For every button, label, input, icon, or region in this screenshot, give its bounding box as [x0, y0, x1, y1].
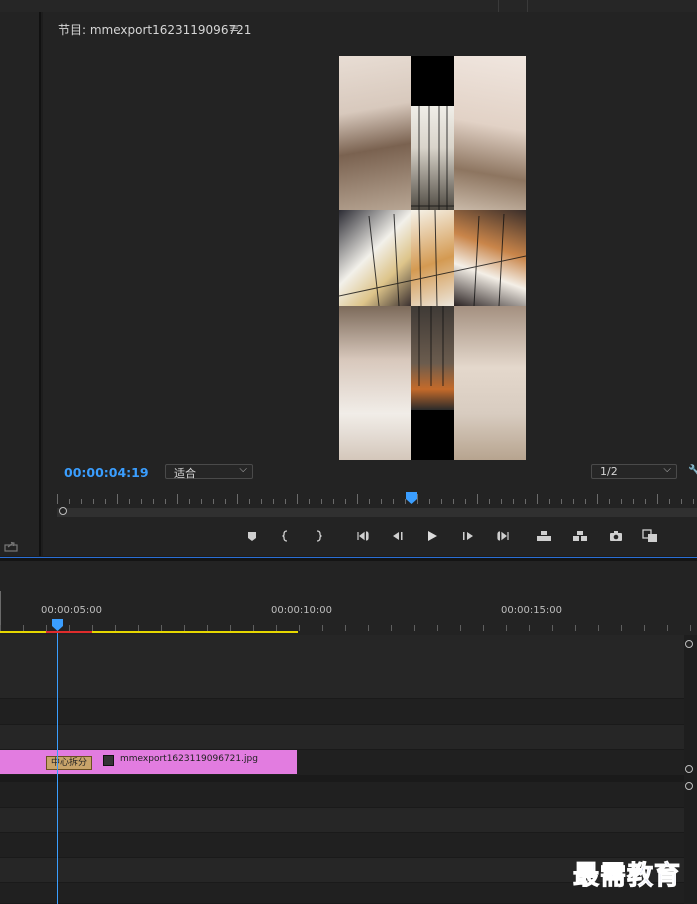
play-icon[interactable] [423, 528, 441, 544]
timeline-header: 00:00:05:00 00:00:10:00 00:00:15:00 [0, 561, 697, 635]
go-to-out-icon[interactable] [493, 528, 511, 544]
ruler-label: 00:00:15:00 [501, 605, 563, 616]
hamburger-menu-icon[interactable]: ≡ [229, 21, 239, 35]
go-to-in-icon[interactable] [355, 528, 373, 544]
video-preview[interactable] [339, 56, 526, 460]
audio-track[interactable] [0, 782, 684, 808]
current-timecode[interactable]: 00:00:04:19 [64, 465, 149, 480]
zoom-level-select[interactable]: 适合 ⌵ [165, 464, 253, 480]
effect-badge[interactable]: 中心拆分 [46, 756, 92, 770]
cage-lines [339, 106, 526, 386]
scroll-handle[interactable] [685, 782, 693, 790]
lift-icon[interactable] [535, 528, 553, 544]
ruler-label: 00:00:05:00 [41, 605, 103, 616]
ruler-label: 00:00:10:00 [271, 605, 333, 616]
step-forward-icon[interactable] [459, 528, 477, 544]
playhead-icon[interactable] [406, 492, 417, 504]
panel-divider [498, 0, 499, 12]
mark-out-icon[interactable] [309, 528, 327, 544]
chevron-down-icon: ⌵ [663, 464, 671, 475]
resolution-value: 1/2 [600, 465, 618, 478]
scroll-handle[interactable] [685, 765, 693, 773]
clip-name: mmexport1623119096721.jpg [120, 754, 258, 764]
playhead-icon[interactable] [52, 619, 63, 631]
source-panel [0, 12, 41, 556]
panel-title[interactable]: 节目: mmexport1623119096721 [58, 21, 251, 38]
top-panel-strip [0, 0, 697, 12]
zoom-handle[interactable] [59, 507, 67, 515]
extract-icon[interactable] [571, 528, 589, 544]
export-icon[interactable] [4, 540, 18, 552]
fx-icon [103, 755, 114, 766]
panel-divider [527, 0, 528, 12]
watermark: 最需教育 [572, 861, 682, 892]
program-monitor-panel: 节目: mmexport1623119096721 ≡ 00:00:04:19 … [43, 12, 697, 556]
audio-track[interactable] [0, 808, 684, 833]
work-area-bar[interactable] [0, 631, 298, 633]
chevron-down-icon: ⌵ [239, 464, 247, 475]
mark-in-icon[interactable] [277, 528, 295, 544]
zoom-level-value: 适合 [174, 467, 196, 480]
render-status-bar [46, 631, 92, 633]
playback-resolution-select[interactable]: 1/2 ⌵ [591, 464, 677, 479]
video-track[interactable] [0, 635, 684, 699]
scrub-bar[interactable] [57, 508, 697, 517]
wrench-icon[interactable]: 🔧 [688, 464, 697, 477]
camera-icon[interactable] [607, 528, 625, 544]
timeline-panel: 00:00:05:00 00:00:10:00 00:00:15:00 中心拆分… [0, 561, 697, 904]
monitor-time-ruler[interactable] [57, 492, 697, 506]
scroll-handle[interactable] [685, 640, 693, 648]
video-track[interactable] [0, 699, 684, 725]
step-back-icon[interactable] [389, 528, 407, 544]
compare-icon[interactable] [641, 528, 659, 544]
marker-icon[interactable] [243, 528, 261, 544]
video-track[interactable] [0, 725, 684, 750]
playhead-line [57, 633, 58, 904]
